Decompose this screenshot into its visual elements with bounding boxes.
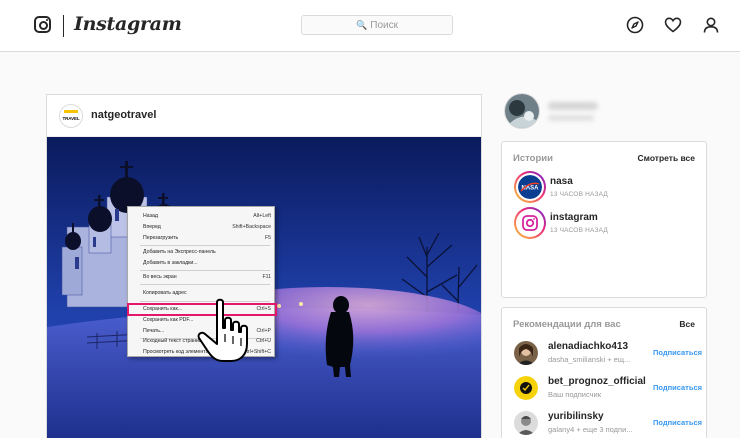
context-item-label: Сохранить как PDF... [143,317,194,323]
story-username: nasa [550,176,573,187]
context-item-label: Копировать адрес [143,290,187,296]
context-item-bookmark[interactable]: Добавить в закладки... [128,258,276,269]
context-item-forward[interactable]: Вперед Shift+Backspace [128,222,276,233]
recommendation-subtitle: galany4 + еще 3 подпи... [548,425,633,434]
betting-logo-icon [514,376,538,400]
instagram-account-logo-icon [518,211,542,235]
recommendation-subtitle: dasha_smilianski + ещ... [548,355,631,364]
recommendation-avatar[interactable] [514,341,538,365]
post-avatar[interactable]: TRAVEL [59,104,83,128]
story-timestamp: 13 ЧАСОВ НАЗАД [550,191,608,198]
context-divider [140,270,270,271]
recommendations-see-all-link[interactable]: Все [679,319,695,329]
logo-divider [63,15,64,37]
nasa-logo-icon: NASA [518,175,542,199]
context-item-label: Вперед [143,224,161,230]
recommendation-avatar[interactable] [514,376,538,400]
story-item[interactable]: NASA nasa 13 ЧАСОВ НАЗАД [514,171,700,203]
stories-see-all-link[interactable]: Смотреть все [638,153,695,163]
recommendation-item: yuribilinsky galany4 + еще 3 подпи... По… [514,410,704,438]
recommendations-title: Рекомендации для вас [513,319,621,330]
recommendations-panel: Рекомендации для вас Все alenadiachko413… [501,307,707,438]
follow-button[interactable]: Подписаться [653,383,702,392]
stories-panel: Истории Смотреть все NASA nasa 13 ЧАСОВ … [501,141,707,298]
post-header: TRAVEL natgeotravel [47,95,481,137]
context-item-label: Во весь экран [143,274,177,280]
search-input[interactable]: 🔍 Поиск [301,15,453,35]
follow-button[interactable]: Подписаться [653,348,702,357]
context-item-shortcut: F11 [262,274,271,280]
current-user-photo [505,94,539,128]
post-username[interactable]: natgeotravel [91,109,156,121]
user-photo [514,341,538,365]
story-timestamp: 13 ЧАСОВ НАЗАД [550,227,608,234]
context-item-shortcut: F5 [264,235,271,241]
story-ring [514,207,546,239]
context-item-label: Добавить на Экспресс-панель [143,249,216,255]
recommendation-subtitle: Ваш подписчик [548,390,602,399]
instagram-wordmark[interactable]: Instagram [74,13,182,35]
context-item-back[interactable]: Назад Alt+Left [128,211,276,222]
blurred-fullname [548,115,594,121]
story-ring: NASA [514,171,546,203]
blurred-username [548,102,598,110]
stories-title: Истории [513,153,553,164]
profile-icon[interactable] [702,16,720,34]
context-item-shortcut: Shift+Backspace [232,224,271,230]
recommendation-item: bet_prognoz_official Ваш подписчик Подпи… [514,375,704,405]
context-divider [140,245,270,246]
recommendation-avatar[interactable] [514,411,538,435]
instagram-logo-icon[interactable] [34,16,51,33]
recommendation-username[interactable]: bet_prognoz_official [548,376,646,387]
context-item-speed-dial[interactable]: Добавить на Экспресс-панель [128,247,276,258]
context-item-label: Добавить в закладки... [143,260,198,266]
recommendation-username[interactable]: yuribilinsky [548,411,604,422]
context-item-shortcut: Ctrl+U [256,338,271,344]
follow-button[interactable]: Подписаться [653,418,702,427]
hand-pointer-cursor-icon [197,298,248,362]
search-icon: 🔍 [356,19,368,30]
user-photo [514,411,538,435]
context-item-label: Назад [143,213,158,219]
compass-icon[interactable] [626,16,644,34]
current-user-avatar[interactable] [504,93,540,129]
context-item-label: Перезагрузить [143,235,179,241]
context-item-fullscreen[interactable]: Во весь экран F11 [128,272,276,283]
story-item[interactable]: instagram 13 ЧАСОВ НАЗАД [514,207,700,239]
context-item-shortcut: Alt+Left [253,213,271,219]
context-item-reload[interactable]: Перезагрузить F5 [128,233,276,244]
story-username: instagram [550,212,598,223]
feed-post: TRAVEL natgeotravel Назад Alt+Left Впере… [46,94,482,438]
heart-icon[interactable] [664,16,682,34]
recommendation-item: alenadiachko413 dasha_smilianski + ещ...… [514,340,704,370]
search-placeholder: Поиск [370,19,398,31]
avatar-brand-text: TRAVEL [62,116,80,121]
recommendation-username[interactable]: alenadiachko413 [548,341,628,352]
natgeo-yellow-border-icon [64,110,78,113]
top-navigation-bar: Instagram 🔍 Поиск [0,0,740,52]
context-divider [140,284,270,285]
